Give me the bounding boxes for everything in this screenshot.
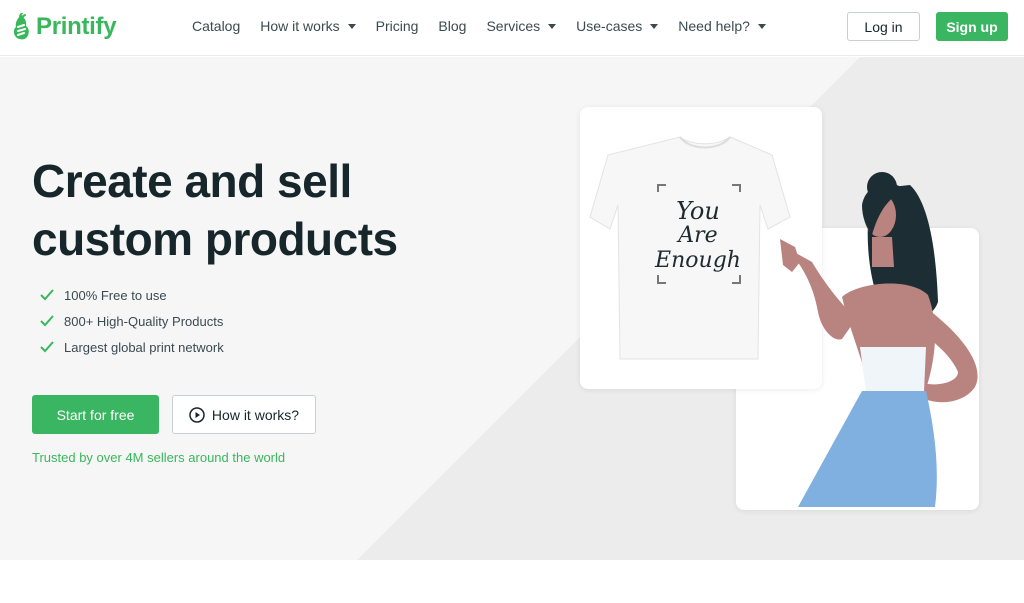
headline-line-2: custom products (32, 213, 398, 265)
feature-item: Largest global print network (40, 334, 224, 360)
signup-button[interactable]: Sign up (936, 12, 1008, 41)
printify-logo[interactable]: Printify (10, 10, 117, 44)
nav-pricing[interactable]: Pricing (376, 18, 419, 34)
nav-label: Catalog (192, 18, 241, 34)
nav-use-cases[interactable]: Use-cases (576, 18, 659, 34)
feature-item: 800+ High-Quality Products (40, 308, 224, 334)
trusted-text: Trusted by over 4M sellers around the wo… (32, 450, 286, 465)
nav-services[interactable]: Services (486, 18, 557, 34)
feature-text: 100% Free to use (64, 287, 167, 303)
check-icon (40, 341, 54, 353)
woman-figure (780, 172, 978, 507)
feature-text: 800+ High-Quality Products (64, 313, 224, 329)
chevron-down-icon (347, 24, 356, 29)
nav-label: Need help? (678, 18, 750, 34)
feature-text: Largest global print network (64, 339, 224, 355)
login-button[interactable]: Log in (847, 12, 920, 41)
nav-catalog[interactable]: Catalog (192, 18, 240, 34)
chevron-down-icon (548, 24, 557, 29)
logo-text: Printify (36, 13, 117, 40)
nav-label: Services (486, 18, 541, 34)
feature-item: 100% Free to use (40, 282, 224, 308)
site-header: Printify Catalog How it works Pricing Bl… (0, 0, 1024, 56)
play-icon (189, 406, 205, 423)
start-for-free-button[interactable]: Start for free (32, 395, 159, 434)
hero-headline: Create and sell custom products (32, 152, 452, 268)
check-icon (40, 315, 54, 327)
feature-list: 100% Free to use 800+ High-Quality Produ… (40, 282, 224, 360)
nav-label: Pricing (375, 18, 419, 34)
how-it-works-label: How it works? (211, 406, 300, 423)
nav-blog[interactable]: Blog (438, 18, 466, 34)
nav-need-help[interactable]: Need help? (678, 18, 766, 34)
nav-label: How it works (260, 18, 340, 34)
printify-logo-icon (13, 13, 29, 40)
shirt-text-you: You (676, 197, 720, 225)
hero-illustration: You Are Enough (589, 136, 978, 507)
nav-label: Use-cases (576, 18, 643, 34)
shirt-text-enough: Enough (654, 248, 741, 273)
main-nav: Catalog How it works Pricing Blog Servic… (192, 18, 786, 34)
chevron-down-icon (757, 24, 766, 29)
shirt-text-are: Are (676, 223, 717, 248)
headline-line-1: Create and sell (32, 155, 352, 207)
check-icon (40, 289, 54, 301)
nav-how-it-works[interactable]: How it works (260, 18, 356, 34)
nav-label: Blog (438, 18, 467, 34)
chevron-down-icon (650, 24, 659, 29)
how-it-works-button[interactable]: How it works? (172, 395, 316, 434)
